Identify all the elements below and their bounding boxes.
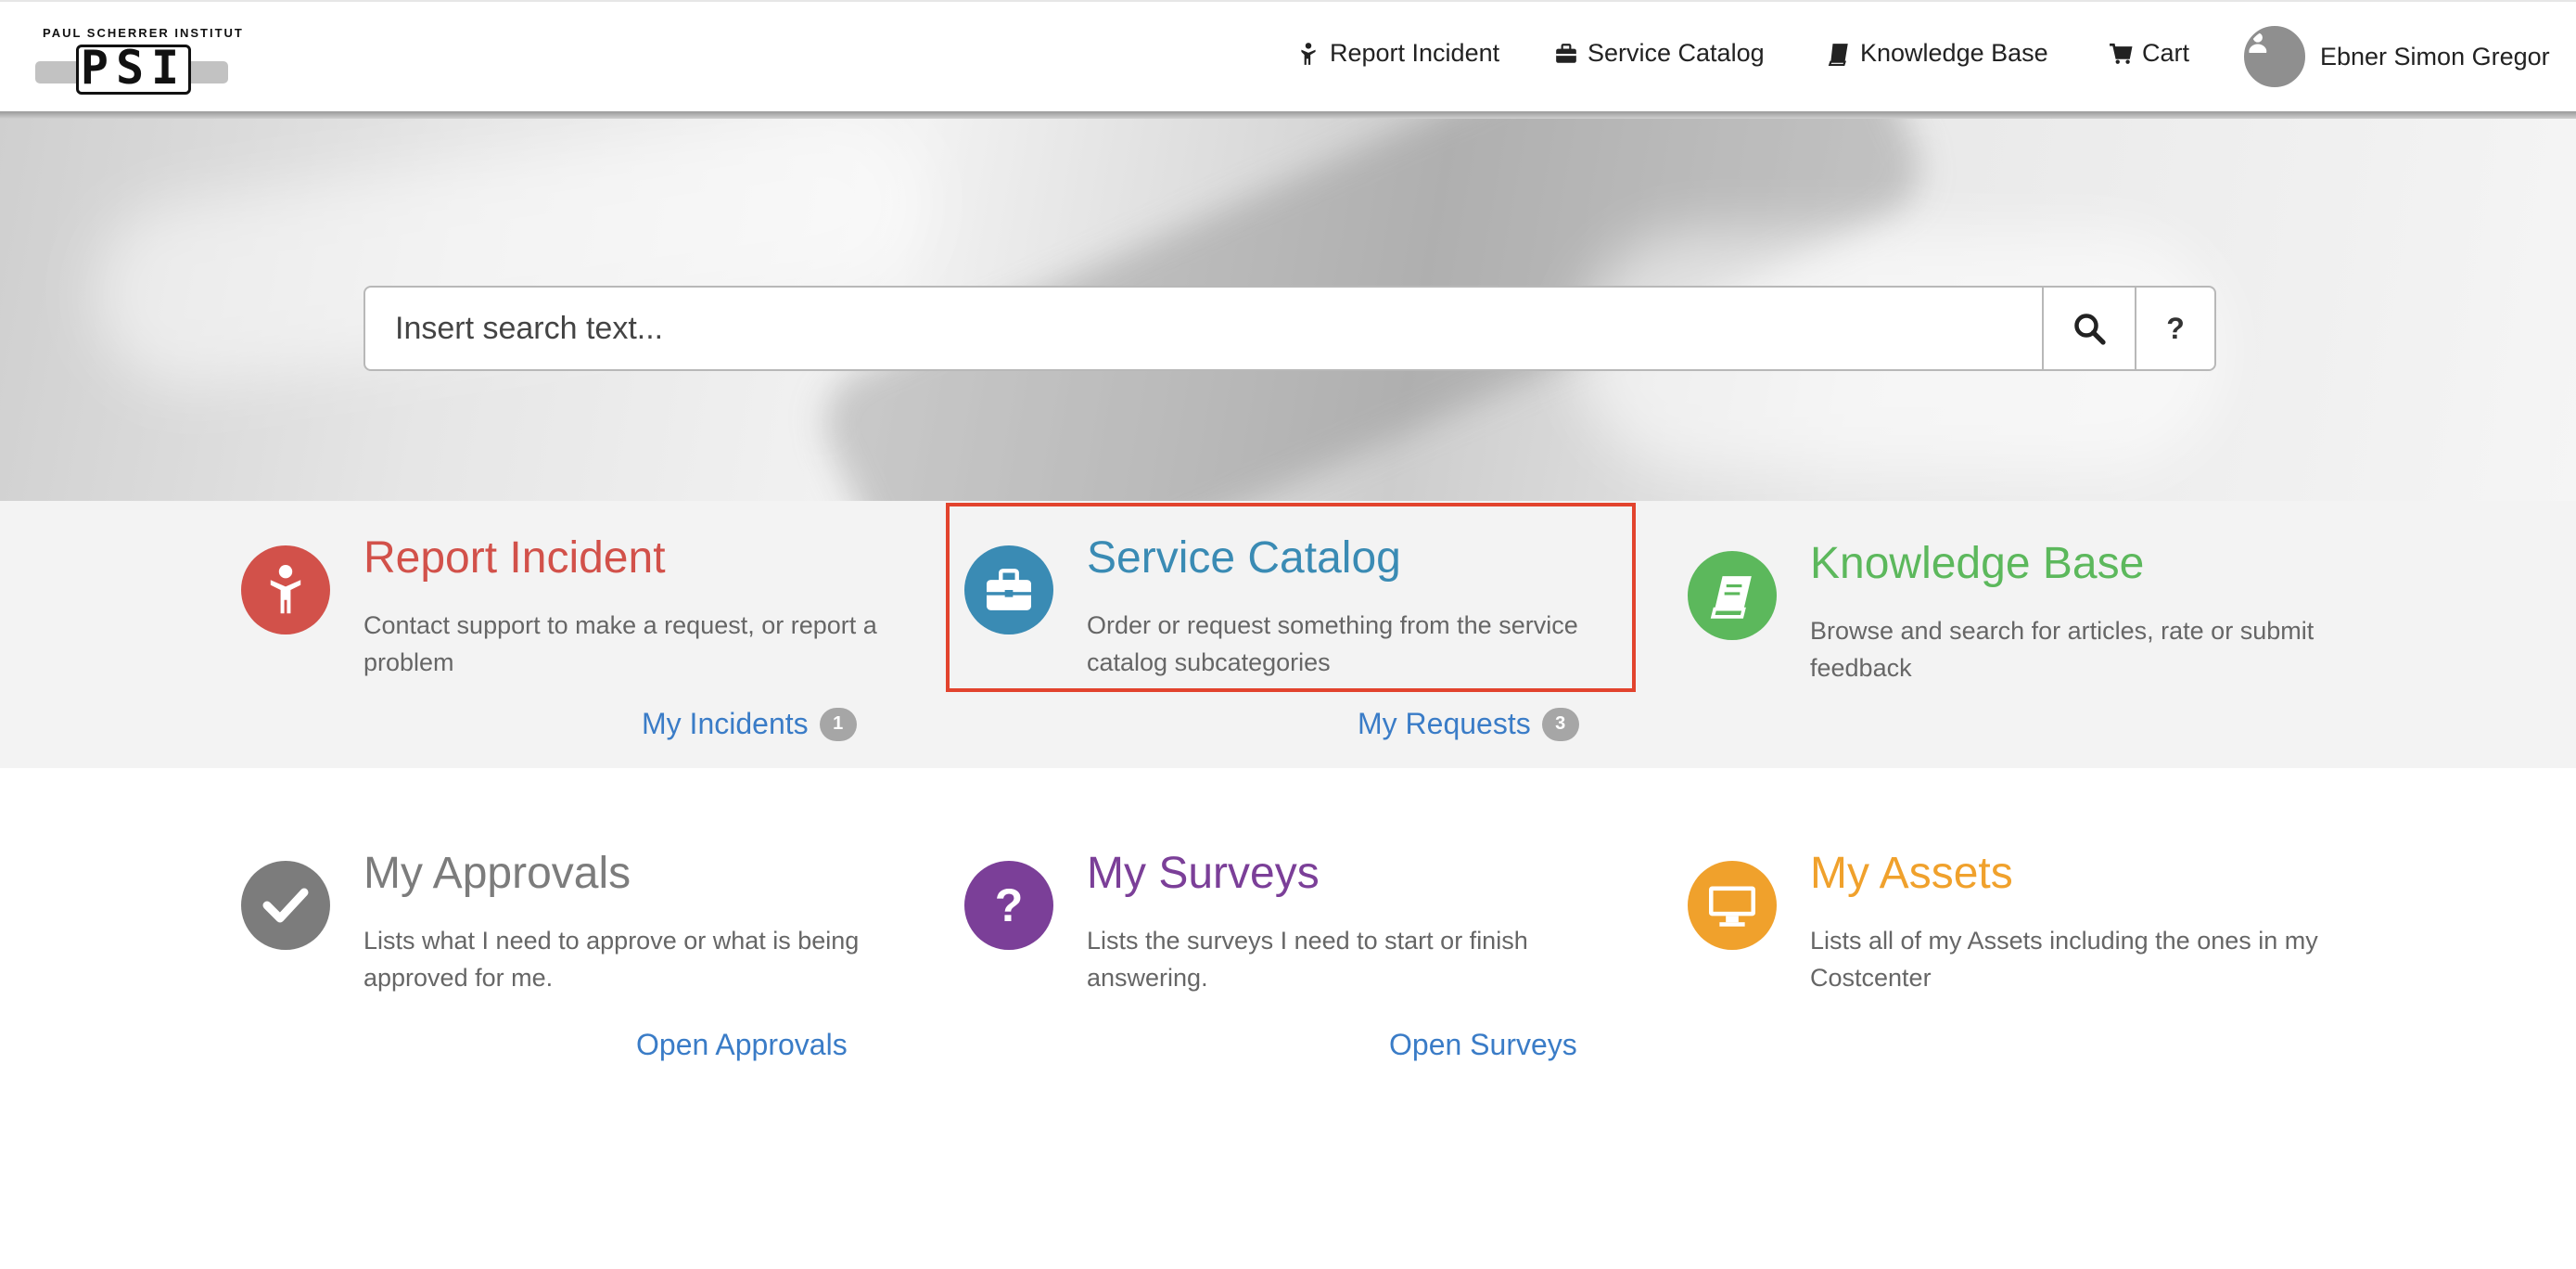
open-surveys-link[interactable]: Open Surveys — [1389, 1028, 1577, 1062]
my-requests-label: My Requests — [1358, 707, 1531, 740]
report-incident-description: Contact support to make a request, or re… — [363, 611, 877, 676]
avatar — [2244, 26, 2305, 87]
report-incident-icon[interactable] — [241, 545, 330, 634]
user-silhouette-icon — [2249, 32, 2267, 59]
knowledge-base-title[interactable]: Knowledge Base — [1810, 538, 2144, 589]
open-approvals-link[interactable]: Open Approvals — [636, 1028, 848, 1062]
selection-highlight — [946, 503, 1636, 692]
my-incidents-link[interactable]: My Incidents 1 — [642, 707, 857, 741]
my-approvals-title[interactable]: My Approvals — [363, 848, 631, 899]
requests-count-badge: 3 — [1541, 707, 1579, 741]
book-icon — [1828, 43, 1848, 66]
psi-logo[interactable]: PAUL SCHERRER INSTITUT PSI — [35, 24, 242, 98]
search-icon — [2074, 314, 2106, 345]
header-divider — [0, 111, 2576, 119]
nav-cart[interactable]: Cart — [2109, 39, 2189, 68]
nav-report-incident[interactable]: Report Incident — [1296, 39, 1499, 68]
my-requests-link[interactable]: My Requests 3 — [1358, 707, 1579, 741]
knowledge-base-description: Browse and search for articles, rate or … — [1810, 617, 2315, 682]
nav-service-catalog-label: Service Catalog — [1588, 39, 1765, 67]
my-approvals-icon[interactable] — [241, 861, 330, 950]
top-header: PAUL SCHERRER INSTITUT PSI Report Incide… — [0, 0, 2576, 111]
knowledge-base-icon[interactable] — [1688, 551, 1777, 640]
user-menu[interactable]: Ebner Simon Gregor — [2244, 26, 2550, 87]
my-assets-title[interactable]: My Assets — [1810, 848, 2013, 899]
cart-icon — [2110, 43, 2133, 64]
search-bar: ? — [363, 286, 2216, 371]
question-mark-icon: ? — [994, 879, 1024, 931]
help-button[interactable]: ? — [2135, 288, 2214, 369]
my-surveys-title[interactable]: My Surveys — [1087, 848, 1320, 899]
person-icon — [1301, 42, 1316, 65]
my-assets-description: Lists all of my Assets including the one… — [1810, 927, 2318, 992]
nav-report-incident-label: Report Incident — [1330, 39, 1500, 67]
logo-word: PSI — [80, 41, 187, 95]
nav-cart-label: Cart — [2142, 39, 2190, 67]
logo-institute-text: PAUL SCHERRER INSTITUT — [43, 26, 244, 40]
my-approvals-description: Lists what I need to approve or what is … — [363, 927, 860, 992]
my-incidents-label: My Incidents — [642, 707, 809, 740]
incidents-count-badge: 1 — [819, 707, 857, 741]
my-assets-icon[interactable] — [1688, 861, 1777, 950]
search-button[interactable] — [2042, 288, 2135, 369]
report-incident-title[interactable]: Report Incident — [363, 532, 666, 583]
briefcase-icon — [1556, 43, 1576, 63]
nav-knowledge-base[interactable]: Knowledge Base — [1827, 39, 2048, 68]
search-input[interactable] — [365, 288, 2042, 369]
nav-service-catalog[interactable]: Service Catalog — [1554, 39, 1765, 68]
user-name: Ebner Simon Gregor — [2320, 42, 2550, 70]
nav-knowledge-base-label: Knowledge Base — [1860, 39, 2048, 67]
my-surveys-icon[interactable]: ? — [964, 861, 1053, 950]
my-surveys-description: Lists the surveys I need to start or fin… — [1087, 927, 1528, 992]
